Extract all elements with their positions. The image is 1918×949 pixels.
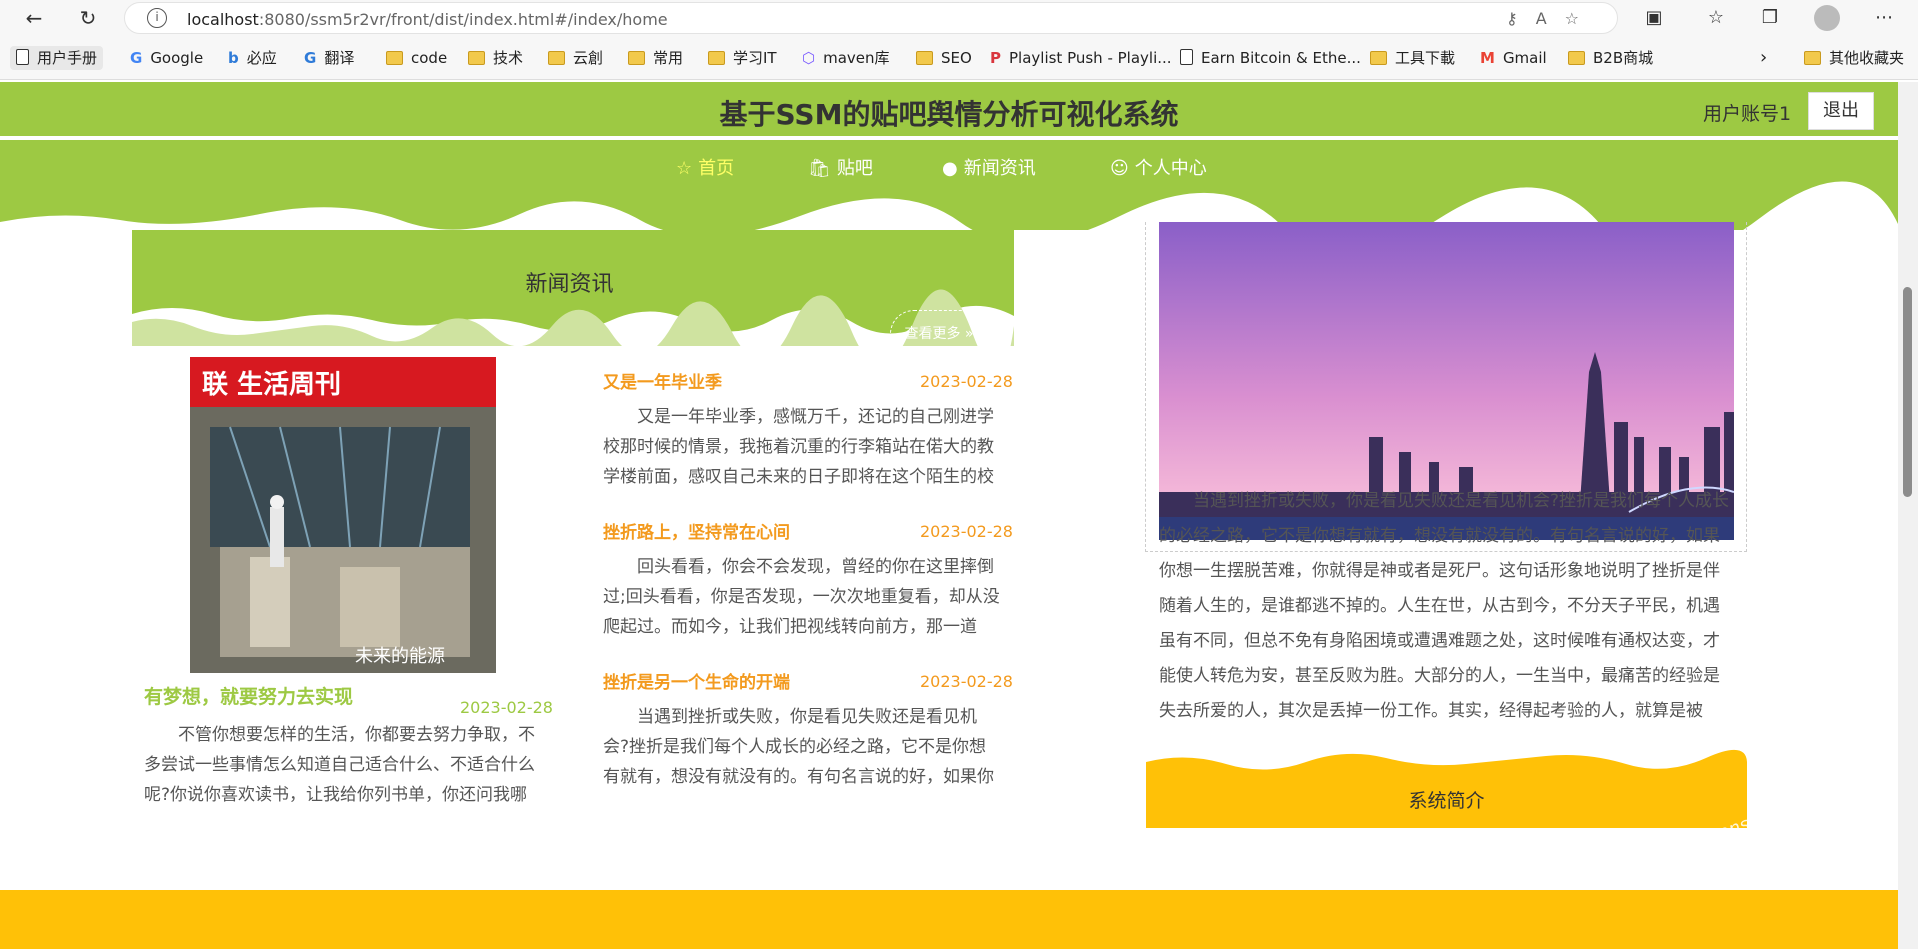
bookmark-item[interactable]: b 必应 [228, 46, 277, 70]
folder-icon [628, 51, 645, 65]
user-account[interactable]: 用户账号1 [1703, 99, 1791, 126]
news-item-title[interactable]: 挫折是另一个生命的开端 [603, 668, 790, 693]
folder-icon [708, 51, 725, 65]
other-bookmarks[interactable]: 其他收藏夹 [1804, 46, 1904, 70]
folder-icon [386, 51, 403, 65]
magazine-cover-image: 联 生活周刊 未来的能源 [190, 357, 496, 673]
collections-icon[interactable]: ❐ [1756, 4, 1784, 32]
user-icon: ☺ [1110, 158, 1129, 179]
bookmark-item[interactable]: B2B商城 [1568, 46, 1653, 70]
bookmark-item[interactable]: P Playlist Push - Playli... [990, 46, 1172, 70]
site-title: 基于SSM的贴吧舆情分析可视化系统 [719, 98, 1179, 131]
bookmark-item[interactable]: G Google [130, 46, 203, 70]
logout-button[interactable]: 退出 [1808, 92, 1874, 130]
nav-item-forum[interactable]: 🛍 贴吧 [808, 154, 873, 180]
folder-icon [1568, 51, 1585, 65]
profile-avatar[interactable] [1814, 5, 1840, 31]
page-scrollbar[interactable] [1898, 82, 1918, 949]
back-arrow-icon[interactable]: ← [20, 4, 48, 32]
bookmark-item[interactable]: code [386, 46, 447, 70]
nav-item-news[interactable]: ● 新闻资讯 [942, 154, 1036, 180]
more-menu-icon[interactable]: ⋯ [1870, 4, 1898, 32]
news-item-excerpt: 又是一年毕业季，感慨万千，还记的自己刚进学校那时候的情景，我拖着沉重的行李箱站在… [603, 407, 994, 487]
bookmark-item[interactable]: 用户手册 [10, 46, 104, 70]
alert-icon: ● [942, 158, 958, 179]
news-item-date: 2023-02-28 [920, 522, 1013, 541]
news-item-date: 2023-02-28 [920, 672, 1013, 691]
url-host: localhost [187, 10, 259, 29]
intro-section-header: 系统简介 [1146, 748, 1747, 828]
extensions-icon[interactable]: ▣ [1640, 4, 1668, 32]
nav-item-profile[interactable]: ☺ 个人中心 [1110, 154, 1207, 180]
reload-icon[interactable]: ↻ [74, 4, 102, 32]
folder-icon [1804, 51, 1821, 65]
google-icon: G [130, 49, 143, 67]
intro-section-title: 系统简介 [1408, 790, 1485, 812]
address-bar-icons[interactable]: ⚷A☆ [1506, 9, 1597, 28]
bookmark-item[interactable]: 技术 [468, 46, 523, 70]
folder-icon [916, 51, 933, 65]
view-more-button[interactable]: 查看更多 » [890, 310, 988, 358]
main-nav: ☆ 首页 🛍 贴吧 ● 新闻资讯 ☺ 个人中心 [0, 140, 1898, 230]
playlist-push-icon: P [990, 49, 1001, 67]
browser-toolbar: ← ↻ i localhost:8080/ssm5r2vr/front/dist… [0, 0, 1918, 36]
footer-bar [0, 890, 1898, 949]
featured-news-excerpt: 不管你想要怎样的生活，你都要去努力争取，不多尝试一些事情怎么知道自己适合什么、不… [144, 725, 535, 805]
translate-icon: G [304, 49, 317, 67]
cover-caption: 未来的能源 [355, 646, 445, 667]
site-viewport: 新闻资讯 查看更多 » 基于SSM的贴吧舆情分析可视化系统 用户账号1 退出 ☆… [0, 82, 1898, 949]
bookmark-item[interactable]: SEO [916, 46, 972, 70]
news-item-excerpt: 回头看看，你会不会发现，曾经的你在这里摔倒过;回头看看，你是否发现，一次次地重复… [603, 557, 1000, 637]
folder-icon [548, 51, 565, 65]
folder-icon [1370, 51, 1387, 65]
news-section-header: 新闻资讯 查看更多 » [132, 222, 1014, 358]
site-header: 基于SSM的贴吧舆情分析可视化系统 用户账号1 退出 [0, 82, 1898, 138]
bag-icon: 🛍 [808, 158, 831, 179]
cover-title: 联 生活周刊 [202, 370, 341, 400]
bookmark-item[interactable]: ⬡ maven库 [802, 46, 890, 70]
folder-icon [468, 51, 485, 65]
news-item-date: 2023-02-28 [920, 372, 1013, 391]
scrollbar-thumb[interactable] [1903, 287, 1912, 497]
chevron-right-icon[interactable]: › [1760, 46, 1767, 70]
featured-news-image[interactable]: 联 生活周刊 未来的能源 [190, 357, 496, 673]
page-icon [16, 49, 29, 65]
bookmark-item[interactable]: 常用 [628, 46, 683, 70]
featured-news-date: 2023-02-28 [460, 698, 553, 717]
star-icon: ☆ [676, 158, 693, 179]
bookmark-item[interactable]: 学习IT [708, 46, 777, 70]
bookmark-item[interactable]: M Gmail [1480, 46, 1547, 70]
favorites-icon[interactable]: ☆ [1702, 4, 1730, 32]
news-item-excerpt: 当遇到挫折或失败，你是看见失败还是看见机会?挫折是我们每个人成长的必经之路，它不… [603, 707, 994, 787]
featured-news-title[interactable]: 有梦想，就要努力去实现 [144, 682, 353, 709]
url-path: :8080/ssm5r2vr/front/dist/index.html#/in… [258, 10, 668, 29]
news-item-title[interactable]: 挫折路上，坚持常在心间 [603, 518, 790, 543]
address-bar[interactable]: i localhost:8080/ssm5r2vr/front/dist/ind… [124, 2, 1618, 34]
page-icon [1180, 49, 1193, 65]
news-section-title: 新闻资讯 [525, 272, 614, 297]
bookmark-item[interactable]: 工具下載 [1370, 46, 1455, 70]
site-info-icon[interactable]: i [147, 8, 167, 28]
news-item-title[interactable]: 又是一年毕业季 [603, 368, 722, 393]
nav-item-home[interactable]: ☆ 首页 [676, 154, 734, 180]
bookmarks-bar: 用户手册 G Google b 必应 G 翻译 code 技术 云創 常用 学习IT … [0, 36, 1918, 80]
hexagon-icon: ⬡ [802, 49, 816, 67]
bing-icon: b [228, 49, 239, 67]
bookmark-item[interactable]: 云創 [548, 46, 603, 70]
bookmark-item[interactable]: Earn Bitcoin & Ethe... [1180, 46, 1361, 70]
intro-text: 当遇到挫折或失败，你是看见失败还是看见机会?挫折是我们每个人成长的必经之路，它不… [1159, 491, 1730, 721]
gmail-icon: M [1480, 49, 1495, 67]
bookmark-item[interactable]: G 翻译 [304, 46, 354, 70]
